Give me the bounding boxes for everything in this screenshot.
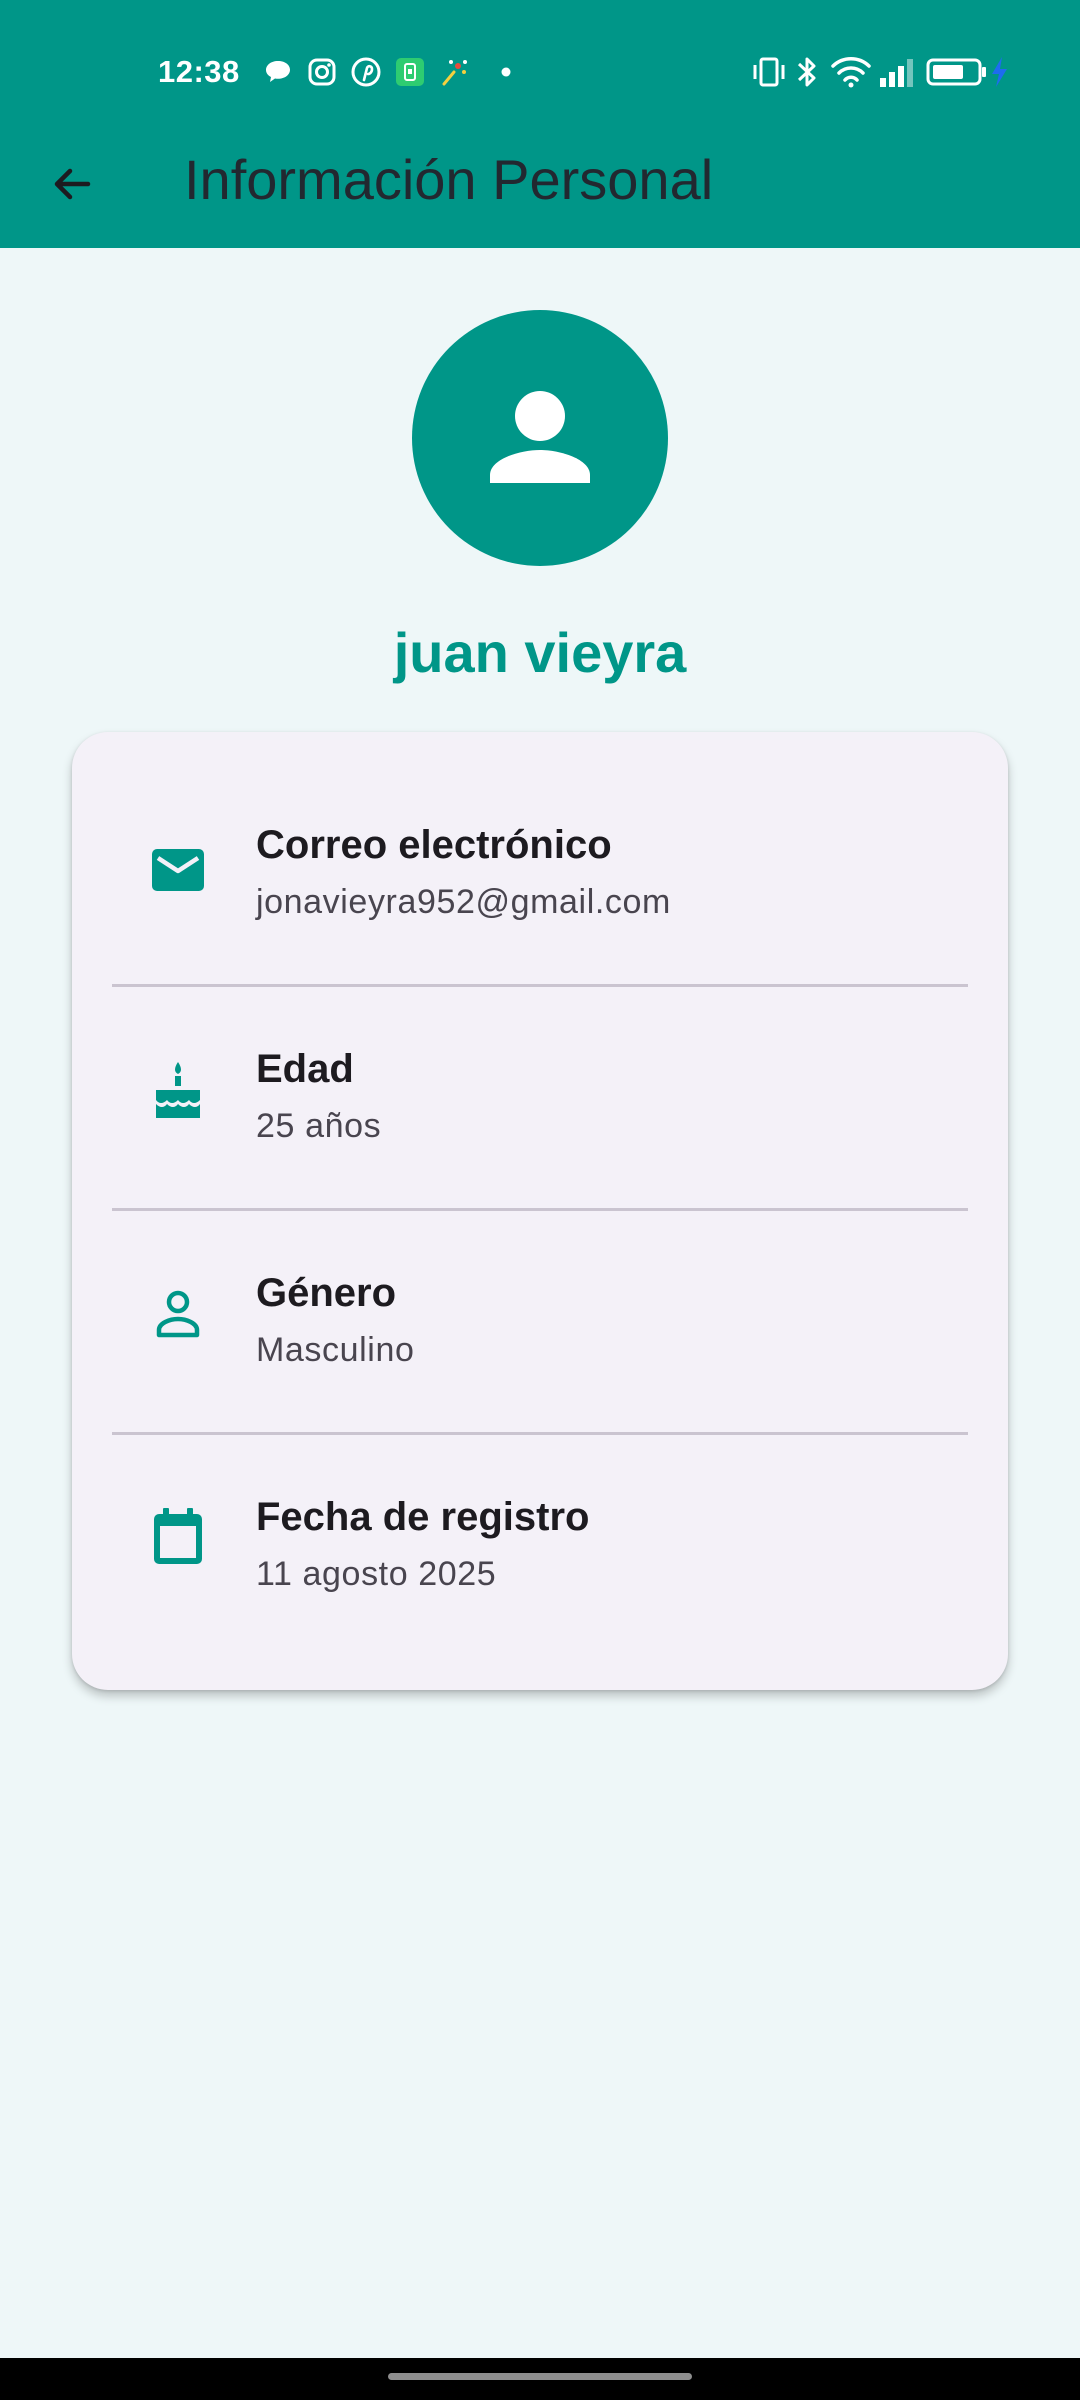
arrow-back-icon — [54, 168, 91, 200]
person-outline-icon — [150, 1286, 206, 1342]
info-row-gender: Género Masculino — [72, 1180, 1008, 1404]
info-row-age: Edad 25 años — [72, 956, 1008, 1180]
avatar — [412, 310, 668, 566]
app-bar: 12:38 Información Personal — [0, 0, 1080, 248]
dot-icon — [501, 67, 511, 77]
mail-icon — [150, 842, 206, 898]
info-row-registered: Fecha de registro 11 agosto 2025 — [72, 1404, 1008, 1628]
info-card: Correo electrónico jonavieyra952@gmail.c… — [72, 732, 1008, 1690]
calendar-icon — [150, 1508, 206, 1564]
cake-icon — [150, 1062, 206, 1118]
page-title: Información Personal — [184, 148, 714, 211]
instagram-icon — [308, 58, 336, 86]
bluetooth-icon — [797, 57, 816, 87]
email-value: jonavieyra952@gmail.com — [256, 883, 671, 921]
vibrate-icon — [753, 57, 785, 87]
status-bar: 12:38 — [0, 40, 1080, 104]
home-indicator[interactable] — [388, 2373, 692, 2380]
fireworks-icon — [442, 60, 467, 86]
registered-label: Fecha de registro — [256, 1495, 590, 1539]
age-label: Edad — [256, 1047, 354, 1091]
system-nav-bar — [0, 2358, 1080, 2400]
chat-bubble-icon — [266, 61, 290, 82]
person-icon — [490, 391, 590, 483]
back-button[interactable] — [30, 142, 114, 226]
sim-card-app-icon — [396, 58, 424, 86]
pinterest-icon — [351, 57, 381, 87]
gender-label: Género — [256, 1271, 397, 1315]
toolbar: Información Personal — [0, 120, 1080, 238]
gender-value: Masculino — [256, 1331, 415, 1369]
charging-icon — [992, 57, 1007, 87]
registered-value: 11 agosto 2025 — [256, 1555, 497, 1593]
email-label: Correo electrónico — [256, 823, 612, 867]
info-row-email: Correo electrónico jonavieyra952@gmail.c… — [72, 732, 1008, 956]
wifi-icon — [831, 57, 871, 88]
signal-icon — [880, 59, 913, 87]
age-value: 25 años — [256, 1107, 382, 1145]
battery-icon — [926, 58, 986, 86]
user-name: juan vieyra — [393, 621, 687, 684]
status-time: 12:38 — [158, 54, 240, 89]
